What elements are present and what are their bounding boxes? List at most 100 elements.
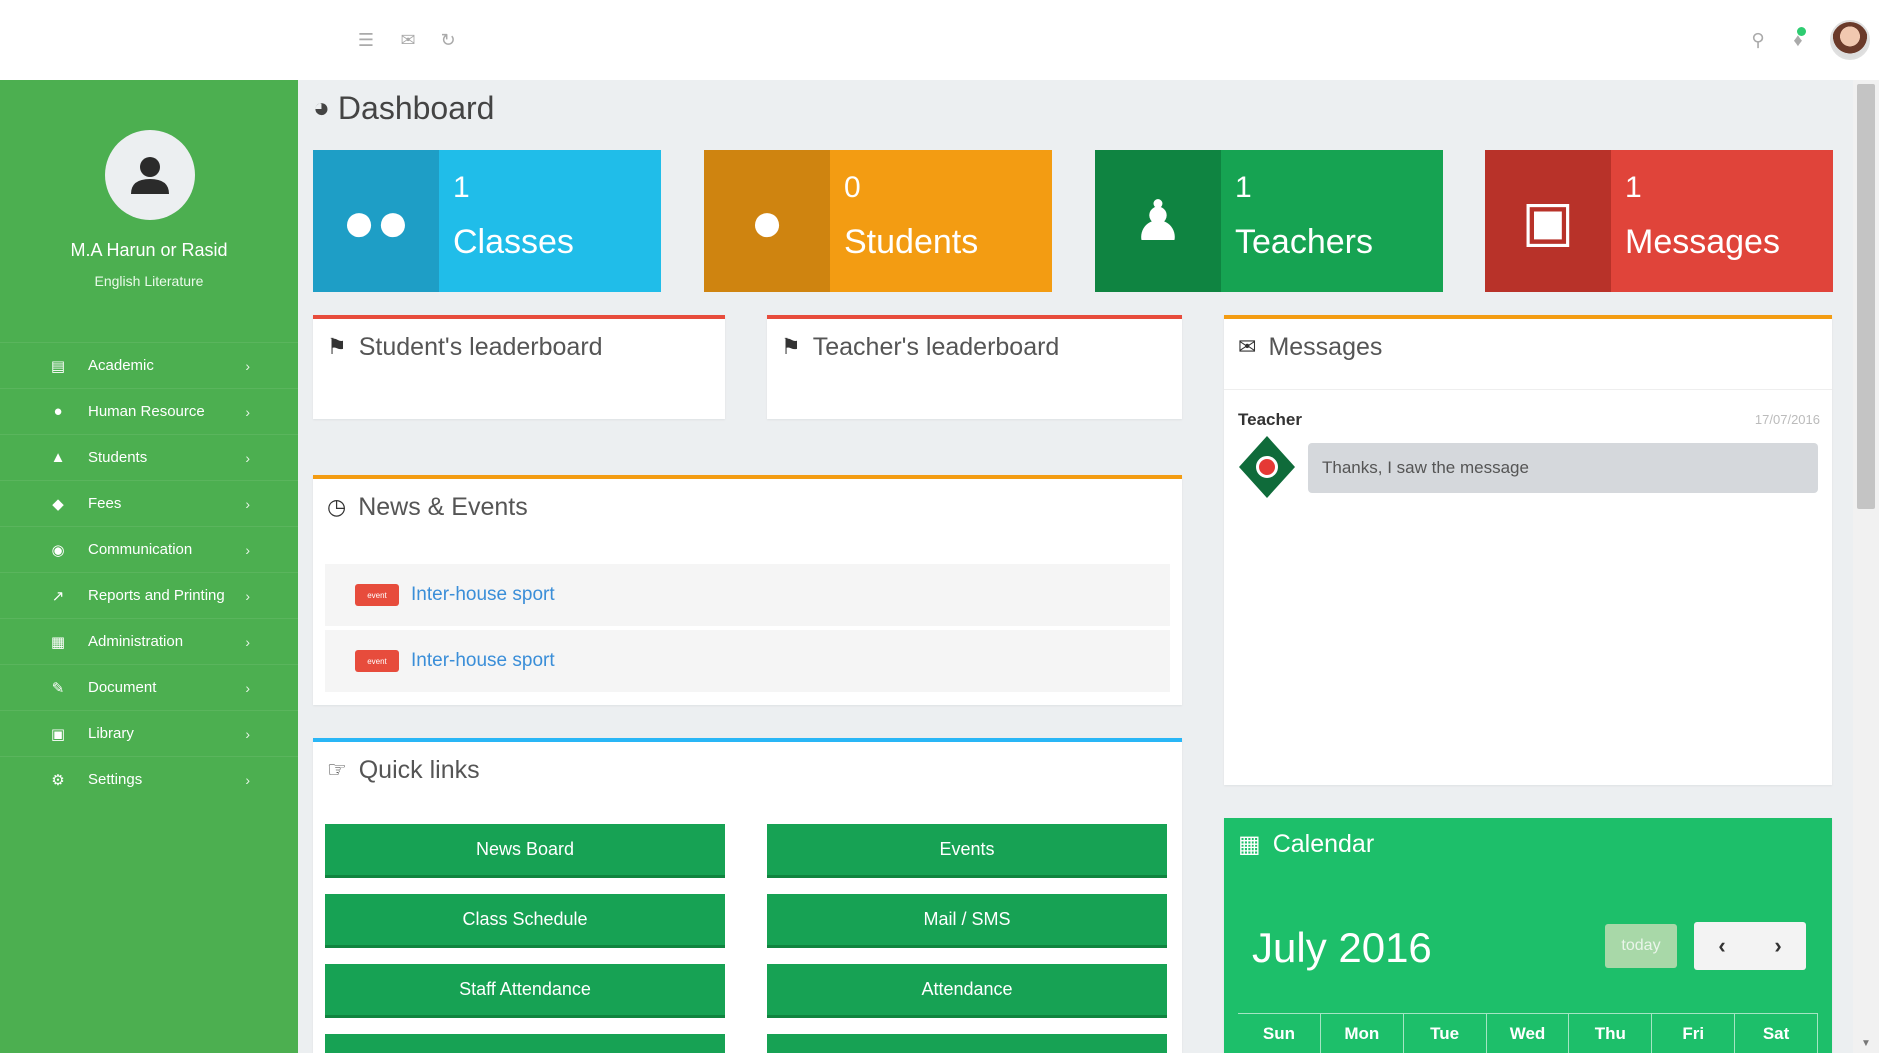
weekday-label: Thu: [1569, 1014, 1653, 1053]
document-icon: ▦: [50, 633, 66, 651]
stat-label: Classes: [453, 223, 574, 261]
stat-label: Teachers: [1235, 223, 1373, 261]
panel-title: Messages: [1268, 332, 1383, 361]
message-bubble[interactable]: Thanks, I saw the message: [1308, 443, 1818, 493]
money-icon: ◆: [52, 495, 64, 513]
student-leaderboard-panel: ⚑ Student's leaderboard: [313, 315, 725, 419]
news-events-panel: ◷ News & Events event Inter-house sport …: [313, 475, 1182, 705]
panel-title: Teacher's leaderboard: [812, 332, 1060, 361]
stat-count: 1: [453, 171, 470, 204]
stat-card-students[interactable]: ● 0 Students: [704, 150, 1052, 292]
hand-pointer-icon: ☞: [327, 757, 347, 782]
page-title: ◕ Dashboard: [313, 88, 494, 128]
weekday-label: Sun: [1238, 1014, 1321, 1053]
quick-link-attendance[interactable]: Attendance: [767, 964, 1167, 1018]
sidebar-item-reports-and-printing[interactable]: ↗ Reports and Printing ›: [0, 572, 298, 618]
quick-links-panel: ☞ Quick links News Board Events Class Sc…: [313, 738, 1182, 1053]
sidebar-item-label: Administration: [88, 633, 184, 650]
stat-count: 0: [844, 171, 861, 204]
sidebar-item-label: Academic: [88, 357, 154, 374]
news-link[interactable]: Inter-house sport: [411, 584, 555, 606]
trophy-icon: ⚑: [781, 334, 801, 359]
chat-icon: ◉: [51, 541, 65, 559]
messages-panel: ✉ Messages Teacher 17/07/2016 Thanks, I …: [1224, 315, 1832, 785]
group-icon: ●●: [313, 150, 439, 292]
sidebar-item-human-resource[interactable]: ● Human Resource ›: [0, 388, 298, 434]
inbox-icon: ▣: [1485, 150, 1611, 292]
chevron-right-icon: ›: [245, 771, 250, 788]
chevron-right-icon: ›: [245, 403, 250, 420]
quick-link-extra-2[interactable]: [767, 1034, 1167, 1053]
list-item: event Inter-house sport: [325, 630, 1170, 692]
calendar-weekdays: Sun Mon Tue Wed Thu Fri Sat: [1238, 1013, 1819, 1053]
page-title-text: Dashboard: [337, 89, 495, 126]
sidebar-item-label: Document: [88, 679, 157, 696]
weekday-label: Sat: [1735, 1014, 1819, 1053]
sidebar-item-label: Communication: [88, 541, 193, 558]
stat-card-teachers[interactable]: ♟ 1 Teachers: [1095, 150, 1443, 292]
sidebar-nav: ▤ Academic › ● Human Resource › ▲ Studen…: [0, 342, 298, 802]
weekday-label: Tue: [1404, 1014, 1487, 1053]
quick-link-extra-1[interactable]: [325, 1034, 725, 1053]
chevron-right-icon: ›: [245, 725, 250, 742]
stat-count: 1: [1235, 171, 1252, 204]
stat-label: Students: [844, 223, 979, 261]
mail-icon[interactable]: ✉: [396, 28, 420, 52]
scrollbar[interactable]: ▼: [1853, 80, 1879, 1053]
chevron-right-icon: ›: [245, 357, 250, 374]
calendar-nav: ‹ ›: [1694, 922, 1806, 970]
chevron-right-icon: ›: [245, 449, 250, 466]
sidebar-item-academic[interactable]: ▤ Academic ›: [0, 342, 298, 388]
sidebar-item-library[interactable]: ▣ Library ›: [0, 710, 298, 756]
event-badge: event: [355, 584, 399, 606]
profile-avatar[interactable]: [105, 130, 195, 220]
stat-card-messages[interactable]: ▣ 1 Messages: [1485, 150, 1833, 292]
sidebar-item-students[interactable]: ▲ Students ›: [0, 434, 298, 480]
sidebar: M.A Harun or Rasid English Literature ▤ …: [0, 80, 298, 1053]
news-link[interactable]: Inter-house sport: [411, 650, 555, 672]
sidebar-item-communication[interactable]: ◉ Communication ›: [0, 526, 298, 572]
trophy-icon: ⚑: [327, 334, 347, 359]
sidebar-item-label: Students: [88, 449, 148, 466]
book-icon: ▤: [50, 357, 66, 375]
stat-card-classes[interactable]: ●● 1 Classes: [313, 150, 661, 292]
user-icon: ●: [704, 150, 830, 292]
sidebar-item-settings[interactable]: ⚙ Settings ›: [0, 756, 298, 802]
chevron-right-icon[interactable]: ›: [1750, 922, 1806, 970]
quick-link-events[interactable]: Events: [767, 824, 1167, 878]
sender-avatar: [1239, 436, 1295, 498]
scrollbar-thumb[interactable]: [1857, 84, 1875, 509]
stat-label: Messages: [1625, 223, 1780, 261]
reader-icon: ▲: [50, 449, 66, 466]
chevron-right-icon: ›: [245, 495, 250, 512]
search-icon[interactable]: ⚲: [1746, 28, 1770, 52]
notification-dot: [1797, 27, 1806, 36]
quick-link-mail-sms[interactable]: Mail / SMS: [767, 894, 1167, 948]
panel-title: Student's leaderboard: [358, 332, 603, 361]
calendar-panel: ▦ Calendar July 2016 today ‹ › Sun Mon T…: [1224, 818, 1832, 1053]
quick-link-class-schedule[interactable]: Class Schedule: [325, 894, 725, 948]
user-avatar[interactable]: [1830, 20, 1870, 60]
quick-link-news-board[interactable]: News Board: [325, 824, 725, 878]
quick-link-staff-attendance[interactable]: Staff Attendance: [325, 964, 725, 1018]
stat-count: 1: [1625, 171, 1642, 204]
chevron-right-icon: ›: [245, 633, 250, 650]
sidebar-item-fees[interactable]: ◆ Fees ›: [0, 480, 298, 526]
sidebar-item-label: Reports and Printing: [88, 587, 225, 604]
chevron-left-icon[interactable]: ‹: [1694, 922, 1750, 970]
sidebar-item-document[interactable]: ✎ Document ›: [0, 664, 298, 710]
profile-department: English Literature: [94, 273, 204, 289]
person-standing-icon: ♟: [1095, 150, 1221, 292]
scroll-down-icon[interactable]: ▼: [1853, 1038, 1879, 1049]
message-date: 17/07/2016: [1754, 412, 1820, 427]
bank-icon: ▣: [50, 725, 66, 743]
chart-icon: ↗: [51, 587, 65, 605]
head-icon: ●: [53, 403, 63, 420]
sidebar-item-label: Settings: [88, 771, 143, 788]
today-button[interactable]: today: [1605, 924, 1677, 968]
sidebar-item-administration[interactable]: ▦ Administration ›: [0, 618, 298, 664]
envelope-icon: ✉: [1238, 334, 1257, 359]
hamburger-menu-icon[interactable]: ☰: [354, 28, 378, 52]
refresh-icon[interactable]: ↻: [436, 28, 460, 52]
top-navbar: ☰ ✉ ↻ ⚲ ♦: [0, 0, 1879, 80]
